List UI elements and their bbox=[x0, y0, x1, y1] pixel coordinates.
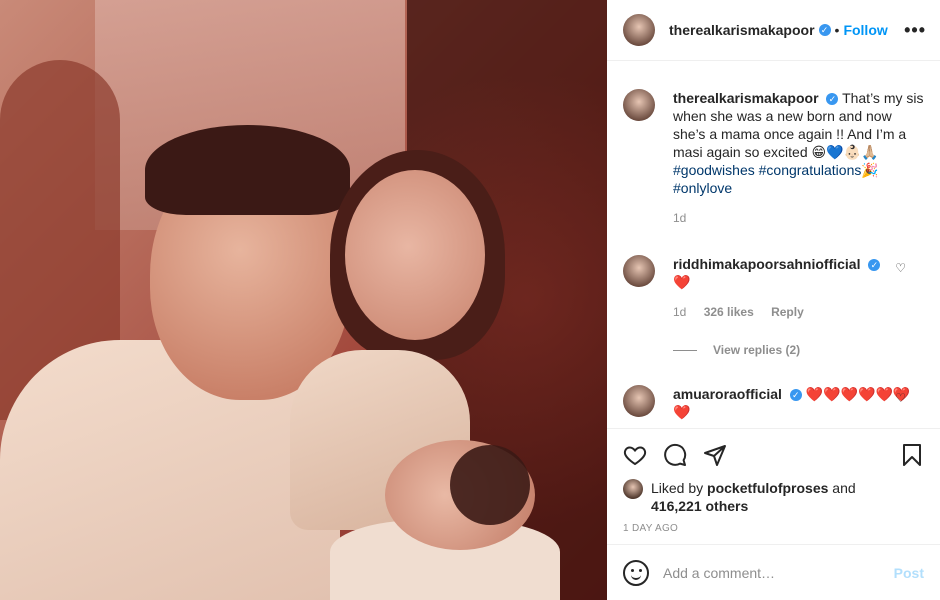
commenter-avatar[interactable] bbox=[623, 255, 655, 287]
hashtag-link[interactable]: #onlylove bbox=[673, 180, 732, 196]
comments-section[interactable]: therealkarismakapoor ✓ That’s my sis whe… bbox=[607, 61, 940, 428]
author-avatar[interactable] bbox=[623, 14, 655, 46]
hashtag-link[interactable]: #congratulations🎉 bbox=[759, 162, 879, 178]
instagram-post: therealkarismakapoor ✓ • Follow ••• ther… bbox=[0, 0, 940, 600]
comment-likes[interactable]: 326 likes bbox=[704, 305, 754, 319]
heart-icon[interactable] bbox=[623, 443, 647, 467]
caption-username[interactable]: therealkarismakapoor bbox=[673, 90, 819, 106]
post-actions: Liked by pocketfulofproses and 416,221 o… bbox=[607, 428, 940, 534]
caption-age: 1d bbox=[673, 211, 687, 225]
emoji-icon[interactable] bbox=[623, 559, 649, 586]
verified-badge-icon: ✓ bbox=[789, 389, 802, 402]
post-timestamp[interactable]: 1 DAY AGO bbox=[623, 523, 924, 534]
bookmark-icon[interactable] bbox=[900, 443, 924, 467]
post-header: therealkarismakapoor ✓ • Follow ••• bbox=[607, 0, 940, 61]
replies-line bbox=[673, 349, 697, 351]
liked-by-prefix: Liked by bbox=[651, 480, 704, 496]
verified-badge-icon: ✓ bbox=[826, 93, 839, 106]
separator-dot: • bbox=[834, 22, 840, 38]
comment-item: amuaroraofficial ✓ ❤️❤️❤️❤️❤️❤️❤️ ♡ bbox=[623, 385, 924, 421]
author-username[interactable]: therealkarismakapoor bbox=[669, 22, 815, 38]
comment-username[interactable]: amuaroraofficial bbox=[673, 386, 782, 402]
caption: therealkarismakapoor ✓ That’s my sis whe… bbox=[623, 89, 924, 227]
liker-username[interactable]: pocketfulofproses bbox=[707, 480, 828, 496]
verified-badge-icon: ✓ bbox=[868, 259, 881, 272]
caption-avatar[interactable] bbox=[623, 89, 655, 121]
comment-icon[interactable] bbox=[663, 443, 687, 467]
comment-text: ❤️ bbox=[673, 274, 691, 290]
likes-and: and bbox=[832, 480, 856, 496]
photo-girl-face bbox=[345, 170, 485, 340]
comment-username[interactable]: riddhimakapoorsahniofficial bbox=[673, 256, 860, 272]
action-icons bbox=[623, 437, 924, 473]
verified-badge-icon: ✓ bbox=[818, 24, 831, 36]
likes-count[interactable]: 416,221 others bbox=[651, 498, 748, 514]
view-replies-button[interactable]: View replies (2) bbox=[673, 343, 924, 357]
follow-button[interactable]: Follow bbox=[843, 22, 887, 38]
more-options-icon[interactable]: ••• bbox=[904, 20, 926, 41]
comment-age: 1d bbox=[673, 305, 687, 319]
reply-button[interactable]: Reply bbox=[771, 305, 804, 319]
comment-input[interactable] bbox=[663, 564, 894, 581]
post-side-panel: therealkarismakapoor ✓ • Follow ••• ther… bbox=[607, 0, 940, 600]
comment-like-heart-icon[interactable]: ♡ bbox=[895, 261, 906, 275]
post-photo[interactable] bbox=[0, 0, 607, 600]
share-icon[interactable] bbox=[703, 443, 727, 467]
commenter-avatar[interactable] bbox=[623, 385, 655, 417]
comment-item: riddhimakapoorsahniofficial ✓ ❤️ 1d 326 … bbox=[623, 255, 924, 321]
liker-avatar[interactable] bbox=[623, 479, 643, 499]
add-comment-bar: Post bbox=[607, 544, 940, 600]
likes-summary: Liked by pocketfulofproses and 416,221 o… bbox=[623, 479, 924, 515]
view-replies-label: View replies (2) bbox=[713, 343, 801, 357]
hashtag-link[interactable]: #goodwishes bbox=[673, 162, 755, 178]
photo-baby-hair bbox=[450, 445, 530, 525]
photo-man-hair bbox=[145, 125, 350, 215]
comment-like-heart-icon[interactable]: ♡ bbox=[895, 391, 906, 405]
post-comment-button[interactable]: Post bbox=[894, 565, 924, 581]
